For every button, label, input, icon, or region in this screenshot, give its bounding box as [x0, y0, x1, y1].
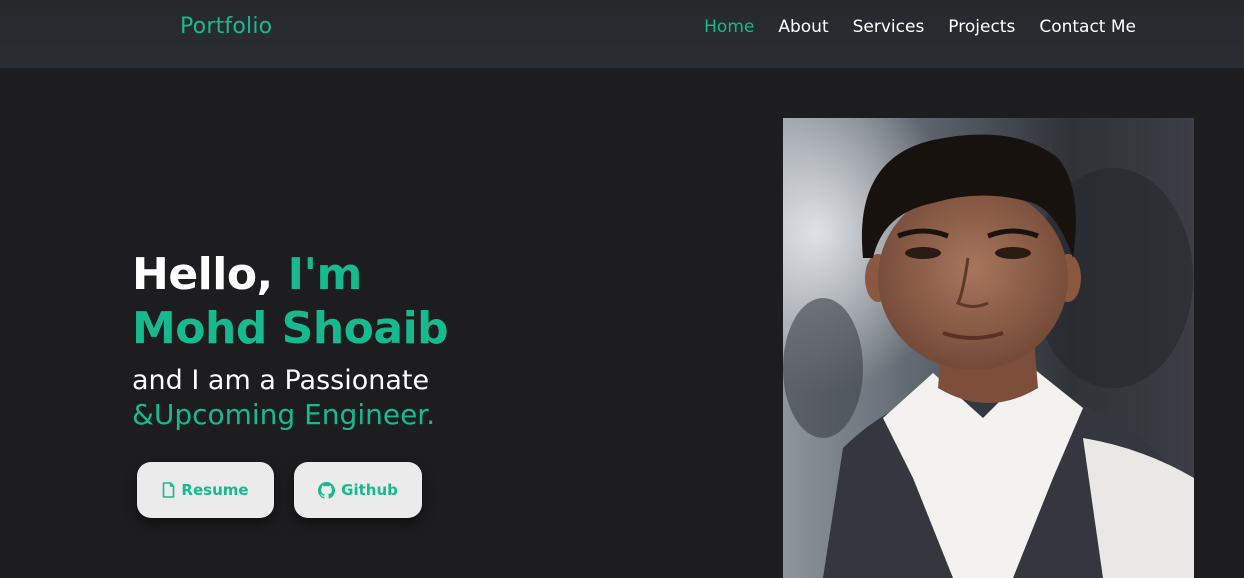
nav-about[interactable]: About: [778, 17, 828, 37]
hero-tagline-1: and I am a Passionate: [132, 365, 430, 396]
nav-projects[interactable]: Projects: [948, 17, 1015, 37]
resume-label: Resume: [181, 481, 249, 499]
resume-button[interactable]: Resume: [137, 462, 274, 518]
hero-tagline-2: &Upcoming Engineer.: [132, 398, 436, 431]
brand-logo[interactable]: Portfolio: [180, 14, 272, 39]
im-text: I'm: [287, 249, 363, 300]
hero-greeting: Hello, I'm: [132, 248, 752, 302]
nav-links: Home About Services Projects Contact Me: [704, 17, 1136, 37]
github-icon: [318, 481, 336, 499]
hero-text: Hello, I'm Mohd Shoaib and I am a Passio…: [132, 248, 752, 432]
hello-text: Hello,: [132, 249, 273, 300]
hero-name: Mohd Shoaib: [132, 303, 449, 354]
navbar: Portfolio Home About Services Projects C…: [0, 0, 1244, 68]
profile-photo: [783, 118, 1194, 578]
nav-home[interactable]: Home: [704, 17, 754, 37]
nav-services[interactable]: Services: [853, 17, 925, 37]
file-icon: [162, 482, 175, 498]
github-label: Github: [341, 481, 398, 499]
nav-contact[interactable]: Contact Me: [1039, 17, 1136, 37]
github-button[interactable]: Github: [294, 462, 422, 518]
